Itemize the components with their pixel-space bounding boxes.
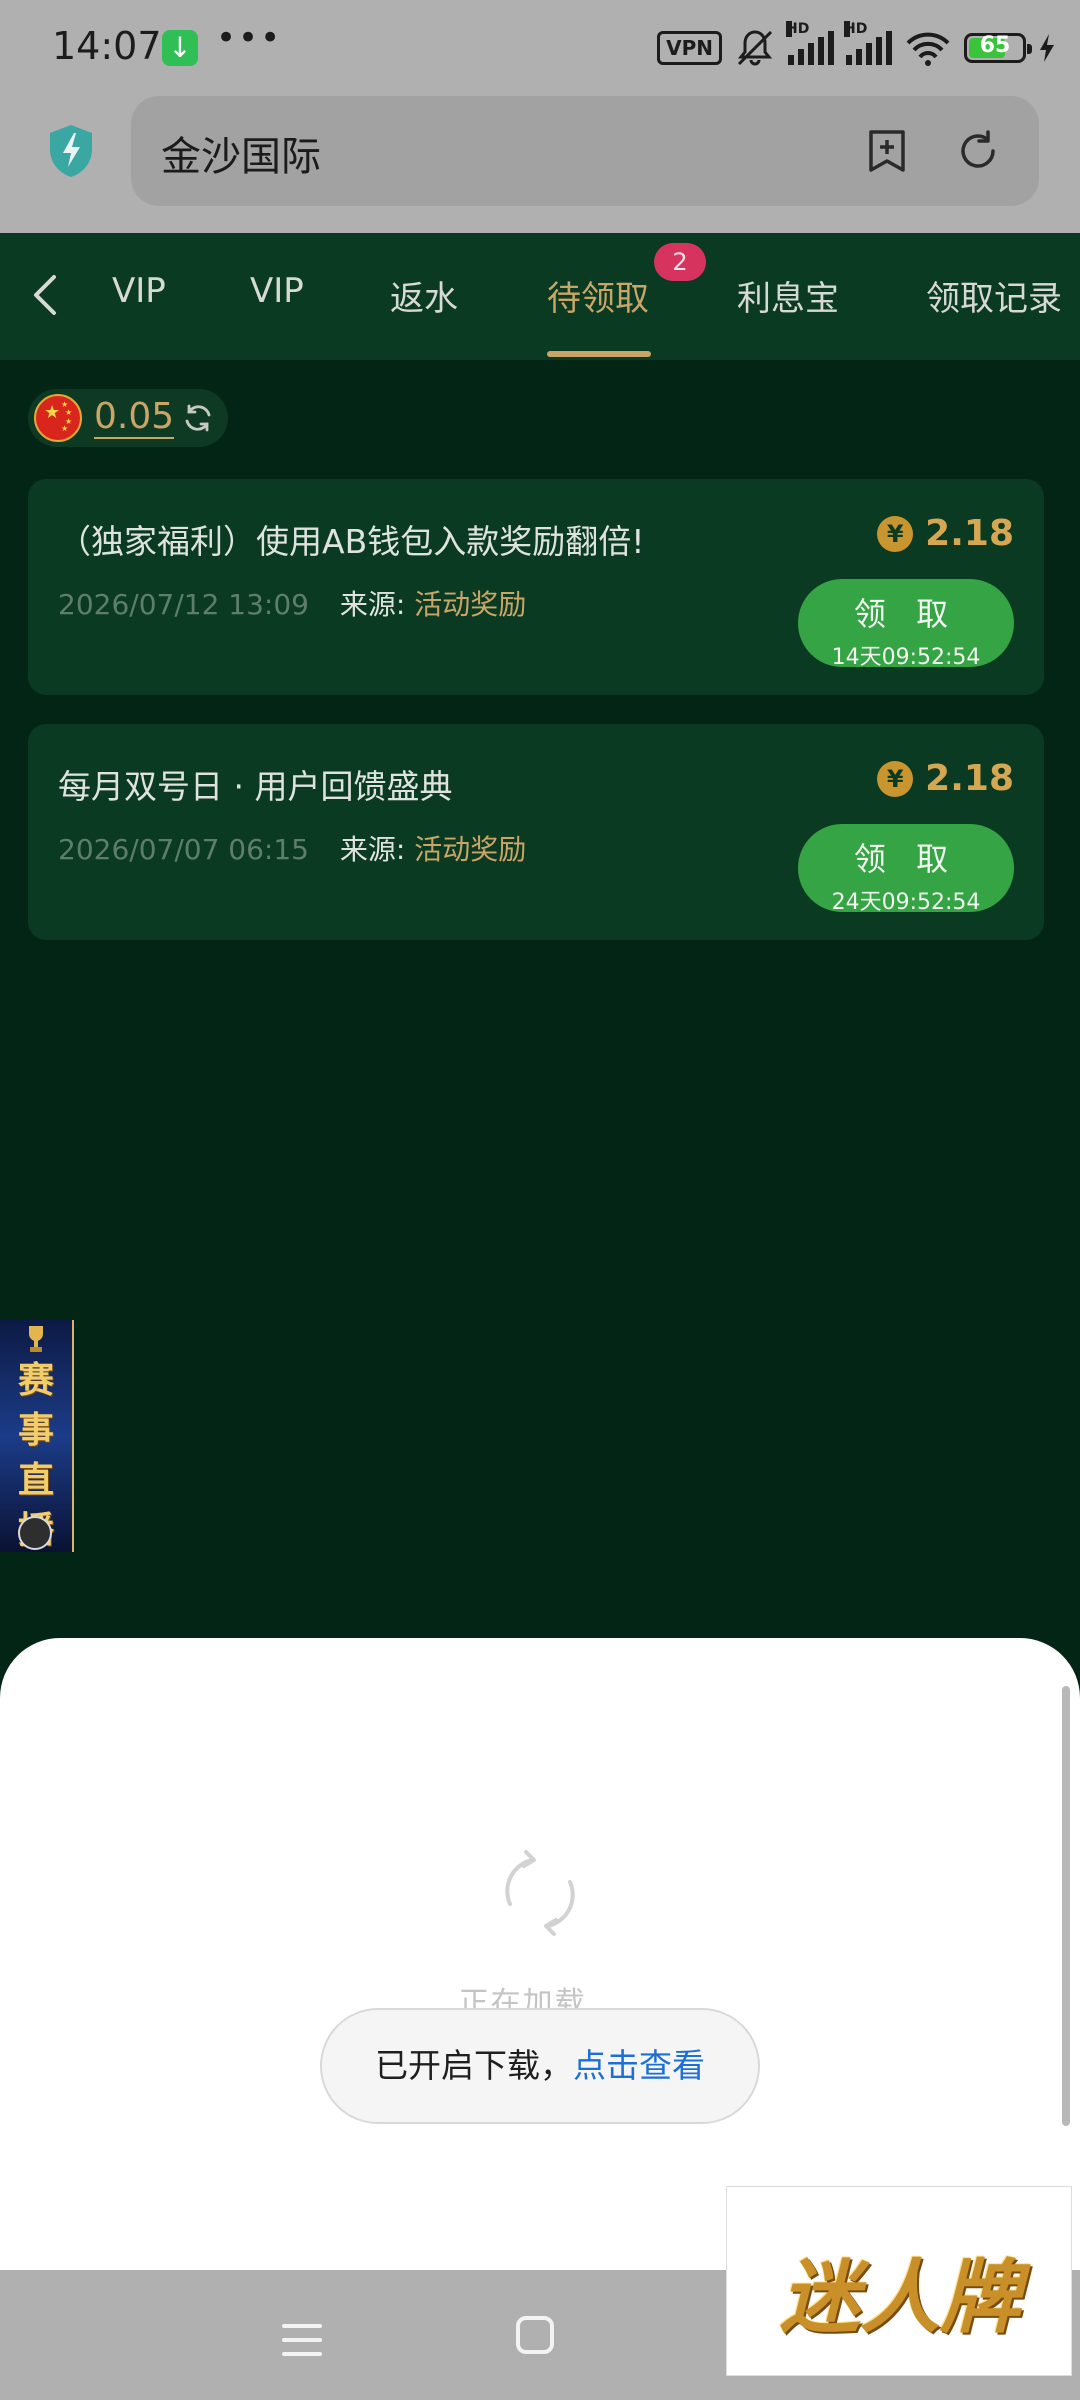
tab-interest[interactable]: 利息宝 [737,271,839,320]
balance-chip: ★ ★ ★ ★ ★ 0.05 [28,389,228,447]
status-time: 14:07 [52,24,162,68]
battery-icon: 65 [964,33,1032,63]
battery-level: 65 [979,33,1011,58]
reward-date: 2026/07/12 13:09 [58,588,309,621]
tab-rebate[interactable]: 返水 [390,271,458,320]
watermark-text: 迷人牌 [780,2250,1020,2344]
yen-coin-icon: ¥ [877,760,914,797]
browser-toolbar: 金沙国际 [0,96,1080,233]
download-toast: 已开启下载，点击查看 [320,2008,760,2124]
signal-icon: HD [786,21,834,65]
charging-icon [1040,34,1054,62]
reward-source-label: 来源: [339,588,406,621]
refresh-icon[interactable] [182,402,214,434]
status-icons: VPN HD HD 65 [657,21,1056,70]
hd-label: HD [786,21,810,37]
watermark-logo: 迷人牌 [726,2186,1072,2376]
url-field[interactable]: 金沙国际 [131,96,1039,206]
reward-amount-value: 2.18 [925,758,1014,799]
signal-icon: HD [844,21,892,65]
loading-spinner-icon [505,1850,575,1936]
yen-coin-icon: ¥ [877,515,914,552]
claim-label: 领 取 [853,595,959,633]
sheet-scrollbar[interactable] [1062,1686,1070,2126]
pending-count-badge: 2 [654,243,706,281]
reward-source: 活动奖励 [414,588,527,621]
reward-title: （独家福利）使用AB钱包入款奖励翻倍! [58,522,645,561]
claim-label: 领 取 [853,840,959,878]
tab-bar: VIP VIP 返水 待领取 2 利息宝 领取记录 [0,233,1080,360]
reward-amount: ¥ 2.18 [877,758,1014,799]
reward-card: （独家福利）使用AB钱包入款奖励翻倍! ¥ 2.18 2026/07/12 13… [28,479,1044,695]
home-square-icon[interactable] [516,2316,554,2354]
url-text: 金沙国际 [161,134,321,180]
shield-icon[interactable] [46,123,96,179]
reward-source-label: 来源: [339,833,406,866]
tab-claim-history[interactable]: 领取记录 [926,271,1062,320]
claim-button[interactable]: 领 取 24天09:52:54 [798,824,1014,915]
vpn-icon: VPN [657,31,722,65]
balance-value: 0.05 [94,396,175,439]
live-events-banner[interactable]: 赛事直播 [0,1320,74,1552]
hd-label: HD [844,21,868,37]
menu-icon[interactable] [282,2322,322,2358]
toast-view-link[interactable]: 点击查看 [573,2046,705,2085]
reward-meta: 2026/07/12 13:09 来源: 活动奖励 [58,583,526,623]
reward-amount: ¥ 2.18 [877,513,1014,554]
claim-button[interactable]: 领 取 14天09:52:54 [798,579,1014,670]
reward-title: 每月双号日 · 用户回馈盛典 [58,767,453,806]
toast-message: 已开启下载， [375,2046,573,2085]
reward-meta: 2026/07/07 06:15 来源: 活动奖励 [58,828,526,868]
reload-icon[interactable] [955,128,1001,174]
reward-card: 每月双号日 · 用户回馈盛典 ¥ 2.18 2026/07/07 06:15 来… [28,724,1044,940]
claim-countdown: 24天09:52:54 [831,890,981,915]
reward-source: 活动奖励 [414,833,527,866]
wifi-icon [906,32,950,66]
status-bar: 14:07 ↓ ••• VPN HD HD 65 [0,0,1080,96]
mute-bell-icon [737,30,773,66]
more-dots-icon: ••• [216,18,283,58]
claim-countdown: 14天09:52:54 [831,645,981,670]
trophy-icon [29,1326,43,1352]
download-icon: ↓ [162,30,198,66]
loading-sheet: 正在加载... [0,1638,1080,2270]
football-icon [18,1516,52,1550]
tab-vip-2[interactable]: VIP [250,271,304,311]
tab-vip-1[interactable]: VIP [112,271,166,311]
china-flag-icon: ★ ★ ★ ★ ★ [34,394,82,442]
bookmark-add-icon[interactable] [865,128,909,174]
back-chevron-icon[interactable] [30,273,60,317]
reward-date: 2026/07/07 06:15 [58,833,309,866]
active-tab-indicator [547,351,651,357]
tab-pending-claim[interactable]: 待领取 [547,271,649,320]
reward-amount-value: 2.18 [925,513,1014,554]
